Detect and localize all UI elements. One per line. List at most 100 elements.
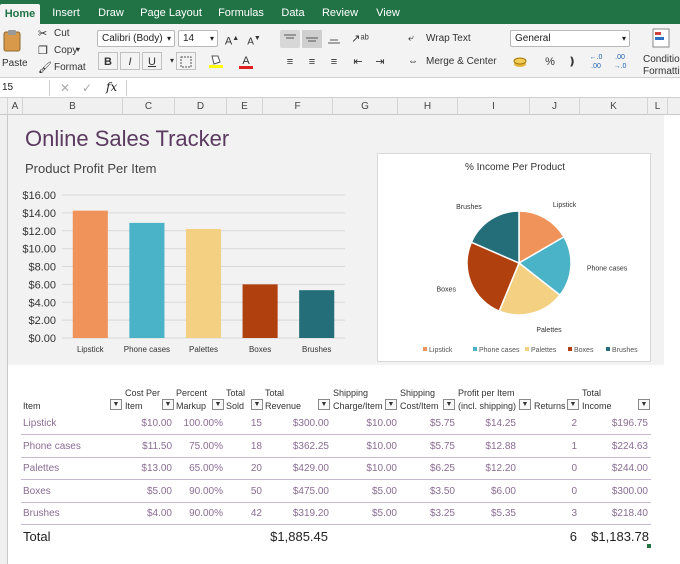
table-cell[interactable]: Phone cases xyxy=(23,441,81,452)
align-left-icon[interactable]: ≡ xyxy=(280,53,300,71)
table-cell[interactable]: $3.25 xyxy=(385,508,455,519)
table-row[interactable]: Palettes $13.00 65.00% 20 $429.00 $10.00 $6.25… xyxy=(21,458,651,480)
table-cell[interactable]: $5.35 xyxy=(446,508,516,519)
percent-button[interactable]: % xyxy=(540,53,560,71)
table-cell[interactable]: $218.40 xyxy=(578,508,648,519)
currency-icon[interactable] xyxy=(510,53,530,71)
bar-boxes[interactable] xyxy=(242,284,278,338)
decrease-indent-icon[interactable]: ⇤ xyxy=(348,53,368,71)
table-cell[interactable]: 2 xyxy=(507,418,577,429)
table-cell[interactable]: $196.75 xyxy=(578,418,648,429)
merge-center-button[interactable]: ⇔ Merge & Center xyxy=(408,55,497,67)
table-cell[interactable]: $5.75 xyxy=(385,418,455,429)
borders-icon[interactable] xyxy=(176,52,196,70)
tab-view[interactable]: View xyxy=(370,0,406,24)
table-cell[interactable]: 15 xyxy=(192,418,262,429)
tab-formulas[interactable]: Formulas xyxy=(212,0,270,24)
table-cell[interactable]: $362.25 xyxy=(259,441,329,452)
table-cell[interactable]: $429.00 xyxy=(259,463,329,474)
table-cell[interactable]: $12.88 xyxy=(446,441,516,452)
decrease-font-icon[interactable]: A▼ xyxy=(244,30,264,48)
fill-handle[interactable] xyxy=(647,544,651,548)
filter-dropdown-icon[interactable]: ▼ xyxy=(318,399,330,410)
column-header[interactable]: K xyxy=(580,98,648,115)
table-cell[interactable]: $14.25 xyxy=(446,418,516,429)
align-middle-icon[interactable] xyxy=(302,30,322,48)
filter-dropdown-icon[interactable]: ▼ xyxy=(519,399,531,410)
table-cell[interactable]: $5.75 xyxy=(385,441,455,452)
table-cell[interactable]: $300.00 xyxy=(259,418,329,429)
table-cell[interactable]: 1 xyxy=(507,441,577,452)
bar-chart[interactable]: $0.00 $2.00 $4.00 $6.00 $8.00 $10.00 $12.00 $14… xyxy=(10,183,350,363)
table-cell[interactable]: 0 xyxy=(507,463,577,474)
table-cell[interactable]: Palettes xyxy=(23,463,59,474)
tab-review[interactable]: Review xyxy=(316,0,364,24)
bold-button[interactable]: B xyxy=(98,52,118,70)
column-header[interactable]: L xyxy=(648,98,668,115)
tab-insert[interactable]: Insert xyxy=(44,0,88,24)
table-cell[interactable]: $300.00 xyxy=(578,486,648,497)
bar-brushes[interactable] xyxy=(299,290,335,338)
fill-color-icon[interactable] xyxy=(206,52,226,70)
column-header[interactable]: A xyxy=(8,98,23,115)
table-cell[interactable]: 0 xyxy=(507,486,577,497)
table-cell[interactable]: 18 xyxy=(192,441,262,452)
table-row[interactable]: Lipstick $10.00 100.00% 15 $300.00 $10.00 $5.7… xyxy=(21,413,651,435)
align-right-icon[interactable]: ≡ xyxy=(324,53,344,71)
italic-button[interactable]: I xyxy=(120,52,140,70)
table-cell[interactable]: 42 xyxy=(192,508,262,519)
table-cell[interactable]: 20 xyxy=(192,463,262,474)
table-cell[interactable]: 3 xyxy=(507,508,577,519)
number-format-select[interactable]: General ▾ xyxy=(510,30,630,47)
filter-dropdown-icon[interactable]: ▼ xyxy=(110,399,122,410)
name-box[interactable]: 15 xyxy=(0,80,50,96)
column-header[interactable]: D xyxy=(175,98,227,115)
column-header[interactable]: E xyxy=(227,98,263,115)
font-name-select[interactable]: Calibri (Body) ▾ xyxy=(97,30,175,47)
comma-style-icon[interactable]: ❫ xyxy=(562,53,582,71)
table-cell[interactable]: $3.50 xyxy=(385,486,455,497)
table-cell[interactable]: Boxes xyxy=(23,486,51,497)
bar-phone-cases[interactable] xyxy=(129,222,165,338)
column-header[interactable]: H xyxy=(398,98,458,115)
table-cell[interactable]: $244.00 xyxy=(578,463,648,474)
column-header[interactable]: F xyxy=(263,98,333,115)
column-header[interactable]: G xyxy=(333,98,398,115)
function-icon[interactable]: fx xyxy=(106,80,117,94)
formula-input[interactable] xyxy=(126,80,676,96)
wrap-text-button[interactable]: ⤶ Wrap Text xyxy=(408,32,471,44)
filter-dropdown-icon[interactable]: ▼ xyxy=(251,399,263,410)
table-row[interactable]: Brushes $4.00 90.00% 42 $319.20 $5.00 $3.25 $5.… xyxy=(21,503,651,525)
align-top-icon[interactable] xyxy=(280,30,300,48)
filter-dropdown-icon[interactable]: ▼ xyxy=(162,399,174,410)
table-cell[interactable]: $319.20 xyxy=(259,508,329,519)
confirm-icon[interactable]: ✓ xyxy=(82,81,92,95)
pie-chart-card[interactable]: % Income Per Product Lipstick Phone cases… xyxy=(377,153,651,362)
filter-dropdown-icon[interactable]: ▼ xyxy=(212,399,224,410)
table-cell[interactable]: Lipstick xyxy=(23,418,56,429)
tab-draw[interactable]: Draw xyxy=(92,0,130,24)
bar-palettes[interactable] xyxy=(185,228,222,338)
table-cell[interactable]: $6.25 xyxy=(385,463,455,474)
column-header[interactable]: I xyxy=(458,98,530,115)
tab-home[interactable]: Home xyxy=(0,4,40,24)
filter-dropdown-icon[interactable]: ▼ xyxy=(385,399,397,410)
table-cell[interactable]: Brushes xyxy=(23,508,60,519)
align-bottom-icon[interactable] xyxy=(324,30,344,48)
cancel-icon[interactable]: ✕ xyxy=(60,81,70,95)
column-header[interactable]: C xyxy=(123,98,175,115)
font-size-select[interactable]: 14 ▾ xyxy=(178,30,218,47)
paste-button[interactable]: Paste xyxy=(0,26,28,76)
table-cell[interactable]: $6.00 xyxy=(446,486,516,497)
table-row[interactable]: Phone cases $11.50 75.00% 18 $362.25 $10.00 $5… xyxy=(21,436,651,458)
filter-dropdown-icon[interactable]: ▼ xyxy=(443,399,455,410)
font-color-icon[interactable]: A xyxy=(236,52,256,70)
column-header[interactable]: J xyxy=(530,98,580,115)
increase-decimal-icon[interactable]: ←.0.00 xyxy=(586,53,606,71)
bar-lipstick[interactable] xyxy=(72,210,108,338)
orientation-icon[interactable]: ↗ᵃᵇ xyxy=(350,30,370,48)
tab-data[interactable]: Data xyxy=(276,0,310,24)
table-row[interactable]: Boxes $5.00 90.00% 50 $475.00 $5.00 $3.50 $6.00… xyxy=(21,481,651,503)
tab-page-layout[interactable]: Page Layout xyxy=(136,0,206,24)
increase-indent-icon[interactable]: ⇥ xyxy=(370,53,390,71)
